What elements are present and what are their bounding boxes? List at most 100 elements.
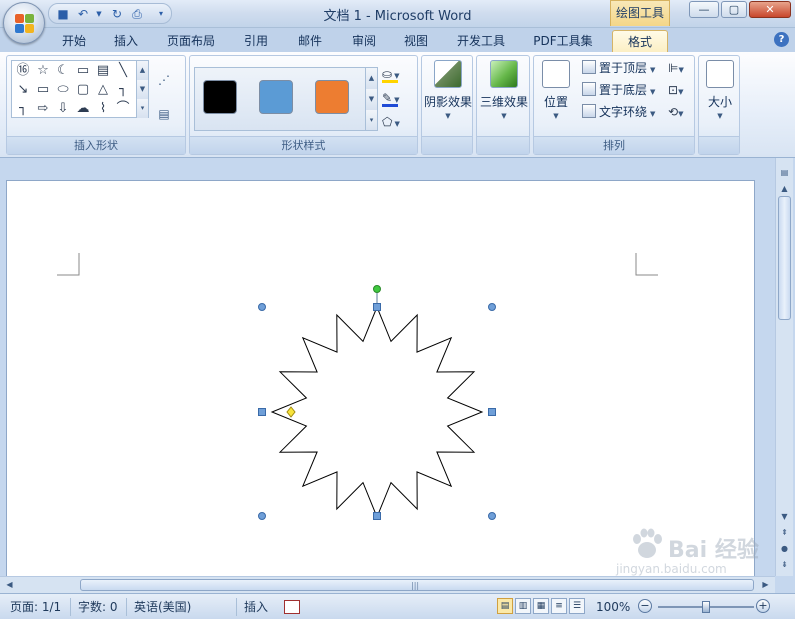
horizontal-scrollbar[interactable]: ◀ ||| ▶ <box>0 576 775 593</box>
resize-handle-top-right[interactable] <box>488 303 496 311</box>
tab-format[interactable]: 格式 <box>612 30 668 52</box>
insert-mode-indicator[interactable]: 插入 <box>244 598 268 616</box>
shape-arrow-line-icon[interactable]: ↘ <box>14 81 32 99</box>
shape-vertical-textbox-icon[interactable]: ▤ <box>94 62 112 80</box>
styles-scroll-up-icon[interactable]: ▲ <box>365 68 377 89</box>
web-layout-icon[interactable]: ▦ <box>533 598 549 614</box>
close-button[interactable]: ✕ <box>749 1 791 18</box>
scroll-up-icon[interactable]: ▲ <box>777 182 792 196</box>
word-count[interactable]: 字数: 0 <box>78 598 118 616</box>
position-button[interactable]: 位置 ▼ <box>536 56 576 138</box>
size-button[interactable]: 大小 ▼ <box>699 56 741 138</box>
zoom-level[interactable]: 100% <box>596 598 630 616</box>
zoom-in-button[interactable]: + <box>756 599 770 613</box>
shape-star-icon[interactable]: ☆ <box>34 62 52 80</box>
shape-outline-button[interactable]: ✎ ▼ <box>382 88 416 108</box>
full-screen-reading-icon[interactable]: ▥ <box>515 598 531 614</box>
shape-right-arrow-icon[interactable]: ⇨ <box>34 100 52 118</box>
shadow-effects-button[interactable]: 阴影效果 ▼ <box>422 56 474 138</box>
shape-elbow-arrow-icon[interactable]: ┐ <box>14 100 32 118</box>
resize-handle-right[interactable] <box>488 408 496 416</box>
styles-scroll-down-icon[interactable]: ▼ <box>365 89 377 110</box>
language-indicator[interactable]: 英语(美国) <box>134 598 191 616</box>
chevron-down-icon: ▼ <box>445 112 451 120</box>
view-ruler-icon[interactable]: ▤ <box>777 166 792 180</box>
resize-handle-bottom-right[interactable] <box>488 512 496 520</box>
chevron-down-icon: ▼ <box>553 112 559 120</box>
rotate-button[interactable]: ⟲▼ <box>668 102 694 122</box>
minimize-button[interactable]: — <box>689 1 719 18</box>
horizontal-scroll-thumb[interactable]: ||| <box>80 579 754 591</box>
text-box-icon[interactable]: ▤ <box>153 104 175 124</box>
shape-seal-icon[interactable]: ⑯ <box>14 62 32 80</box>
scroll-left-icon[interactable]: ◀ <box>2 578 17 592</box>
shape-elbow-connector-icon[interactable]: ┐ <box>114 81 132 99</box>
zoom-out-button[interactable]: − <box>638 599 652 613</box>
scroll-right-icon[interactable]: ▶ <box>758 578 773 592</box>
tab-view[interactable]: 视图 <box>394 30 438 52</box>
zoom-slider[interactable] <box>658 601 754 613</box>
shape-freeform-icon[interactable]: ⌇ <box>94 100 112 118</box>
style-swatch-blue[interactable] <box>259 80 293 114</box>
shape-cloud-icon[interactable]: ☁ <box>74 100 92 118</box>
shape-triangle-icon[interactable]: △ <box>94 81 112 99</box>
tab-home[interactable]: 开始 <box>52 30 96 52</box>
tab-mailings[interactable]: 邮件 <box>288 30 332 52</box>
zoom-slider-thumb[interactable] <box>702 601 710 613</box>
tab-insert[interactable]: 插入 <box>104 30 148 52</box>
gallery-scroll-up-icon[interactable]: ▲ <box>136 61 148 80</box>
shape-moon-icon[interactable]: ☾ <box>54 62 72 80</box>
shape-oval-icon[interactable]: ⬭ <box>54 81 72 99</box>
send-to-back-button[interactable]: 置于底层 ▼ <box>582 80 655 100</box>
resize-handle-top-left[interactable] <box>258 303 266 311</box>
style-swatch-orange[interactable] <box>315 80 349 114</box>
rotation-handle[interactable] <box>373 285 381 293</box>
draft-view-icon[interactable]: ☰ <box>569 598 585 614</box>
page-count[interactable]: 页面: 1/1 <box>10 598 61 616</box>
change-shape-button[interactable]: ⬠ ▼ <box>382 112 416 132</box>
shape-arc-icon[interactable]: ⌒ <box>114 100 132 118</box>
resize-handle-left[interactable] <box>258 408 266 416</box>
tab-developer[interactable]: 开发工具 <box>448 30 514 52</box>
3d-effects-button[interactable]: 三维效果 ▼ <box>477 56 531 138</box>
group-button[interactable]: ⊡▼ <box>668 80 694 100</box>
style-swatch-black[interactable] <box>203 80 237 114</box>
document-page[interactable] <box>6 180 755 580</box>
office-button[interactable] <box>3 2 45 44</box>
outline-view-icon[interactable]: ≡ <box>551 598 567 614</box>
help-icon[interactable]: ? <box>774 32 789 47</box>
select-browse-object-icon[interactable]: ● <box>777 542 792 556</box>
edit-shape-icon[interactable]: ⋰ <box>153 70 175 90</box>
vertical-scroll-thumb[interactable] <box>778 196 791 320</box>
scroll-down-icon[interactable]: ▼ <box>777 510 792 524</box>
resize-handle-bottom-left[interactable] <box>258 512 266 520</box>
styles-more-icon[interactable]: ▾ <box>365 110 377 130</box>
maximize-button[interactable]: ▢ <box>721 1 747 18</box>
bring-to-front-button[interactable]: 置于顶层 ▼ <box>582 58 655 78</box>
align-button[interactable]: ⊫▼ <box>668 58 694 78</box>
shape-rectangle-icon[interactable]: ▭ <box>34 81 52 99</box>
resize-handle-bottom[interactable] <box>373 512 381 520</box>
previous-page-icon[interactable]: ⇞ <box>777 526 792 540</box>
shape-rounded-rect-icon[interactable]: ▢ <box>74 81 92 99</box>
tab-review[interactable]: 审阅 <box>342 30 386 52</box>
chevron-down-icon: ▼ <box>678 66 684 74</box>
shadow-effects-icon <box>434 60 462 88</box>
shape-textbox-icon[interactable]: ▭ <box>74 62 92 80</box>
resize-handle-top[interactable] <box>373 303 381 311</box>
shape-fill-button[interactable]: ⛀ ▼ <box>382 64 416 84</box>
vertical-scrollbar[interactable]: ▤ ▲ ▼ ⇞ ● ⇟ <box>775 158 793 576</box>
print-layout-view-icon[interactable]: ▤ <box>497 598 513 614</box>
shape-line-icon[interactable]: ╲ <box>114 62 132 80</box>
sixteen-point-star-shape[interactable] <box>270 305 484 519</box>
status-divider <box>70 598 71 616</box>
shape-down-arrow-icon[interactable]: ⇩ <box>54 100 72 118</box>
gallery-scroll-down-icon[interactable]: ▼ <box>136 80 148 99</box>
tab-pdf-tools[interactable]: PDF工具集 <box>524 30 602 52</box>
macro-record-icon[interactable] <box>284 600 300 614</box>
next-page-icon[interactable]: ⇟ <box>777 558 792 572</box>
gallery-more-icon[interactable]: ▾ <box>136 99 148 118</box>
text-wrapping-button[interactable]: 文字环绕 ▼ <box>582 102 655 122</box>
tab-references[interactable]: 引用 <box>234 30 278 52</box>
tab-page-layout[interactable]: 页面布局 <box>158 30 224 52</box>
